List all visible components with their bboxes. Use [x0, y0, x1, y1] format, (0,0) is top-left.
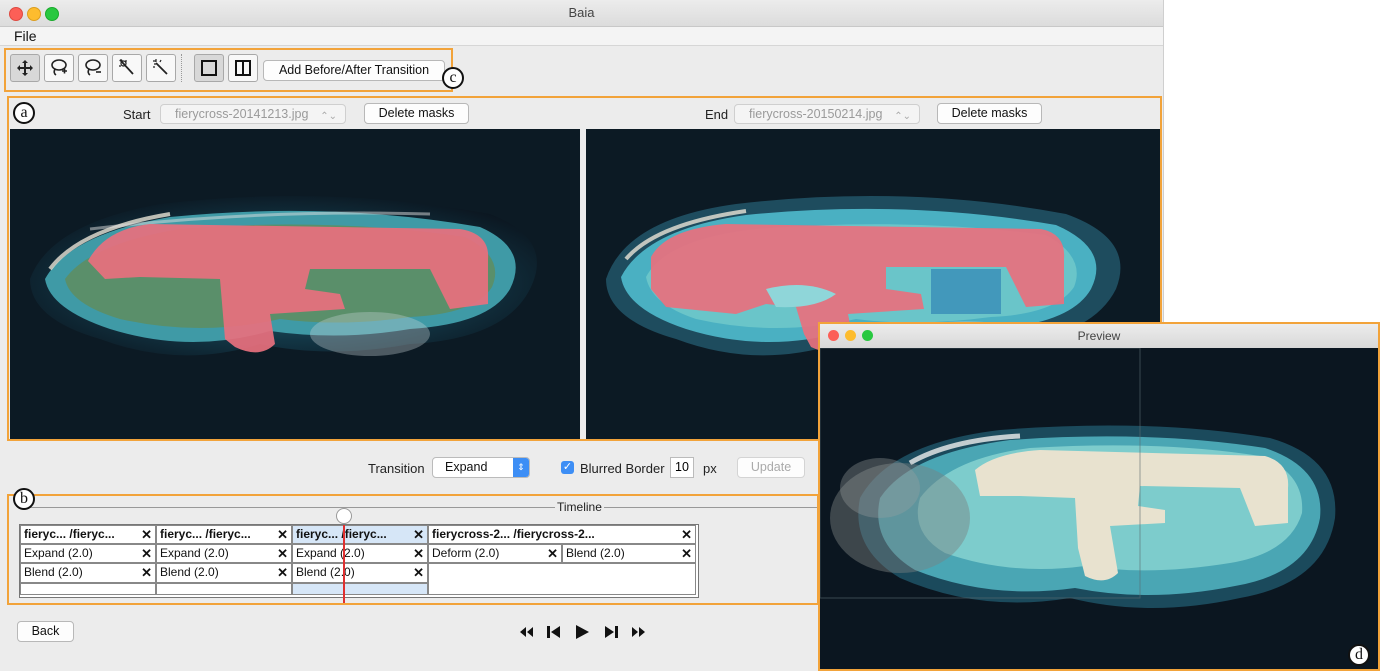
- back-button[interactable]: Back: [17, 621, 74, 642]
- preview-title: Preview: [1077, 329, 1121, 343]
- callout-d: d: [1348, 644, 1370, 666]
- skip-back-icon[interactable]: [547, 626, 560, 638]
- transition-value: Expand: [445, 460, 488, 474]
- blurred-border-label: Blurred Border: [580, 461, 665, 476]
- select-chevron-icon: ⇕: [513, 458, 529, 477]
- callout-b: b: [13, 488, 35, 510]
- playback-controls: [518, 622, 658, 647]
- checkmark-icon: ✓: [562, 461, 573, 473]
- preview-image: [820, 348, 1378, 669]
- rewind-icon[interactable]: [520, 627, 533, 637]
- fast-forward-icon[interactable]: [632, 627, 645, 637]
- update-button[interactable]: Update: [737, 457, 805, 478]
- timeline-highlight: [7, 494, 819, 605]
- border-px-input[interactable]: 10: [670, 457, 694, 478]
- preview-window: Preview: [818, 322, 1380, 671]
- transition-label: Transition: [368, 461, 425, 476]
- preview-title-bar: Preview: [820, 324, 1378, 348]
- skip-forward-icon[interactable]: [605, 626, 618, 638]
- menu-file[interactable]: File: [14, 28, 37, 44]
- callout-a: a: [13, 102, 35, 124]
- blurred-border-checkbox[interactable]: ✓: [561, 461, 574, 474]
- callout-c: c: [442, 67, 464, 89]
- toolbar-highlight: [4, 48, 453, 92]
- window-title: Baia: [568, 5, 595, 20]
- transition-select[interactable]: Expand ⇕: [432, 457, 530, 478]
- menu-bar: File: [0, 27, 1163, 46]
- play-icon[interactable]: [576, 625, 589, 639]
- title-bar: Baia: [0, 0, 1163, 27]
- px-unit-label: px: [703, 461, 717, 476]
